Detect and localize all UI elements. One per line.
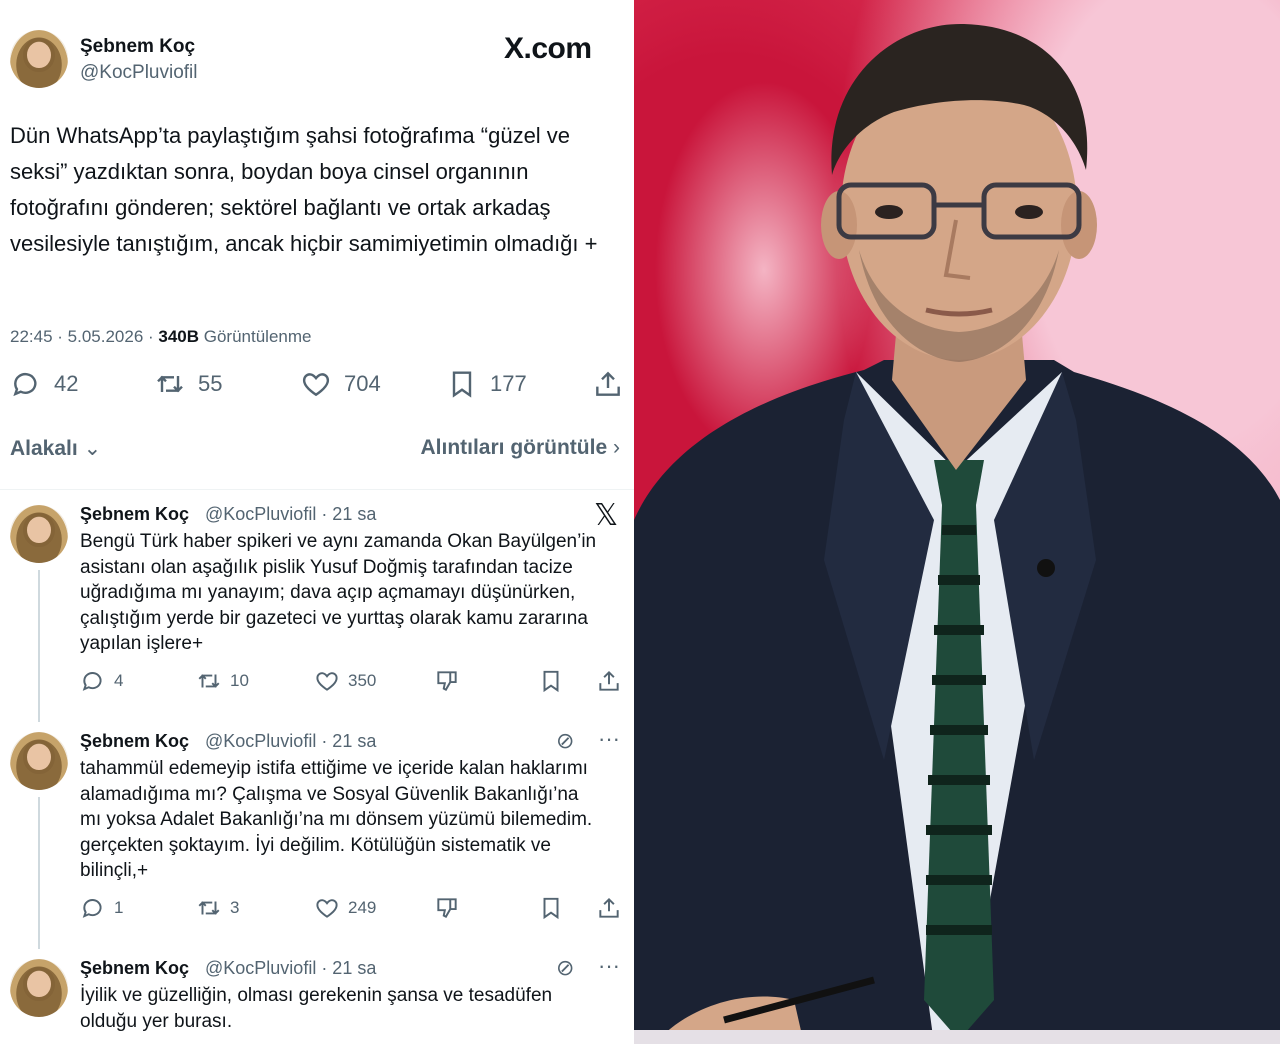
related-dropdown[interactable]: Alakalı ⌄	[10, 436, 101, 461]
lapel-mic	[1037, 559, 1055, 577]
share-icon	[596, 371, 620, 396]
thread-line	[38, 570, 40, 722]
share-button[interactable]	[596, 668, 622, 694]
repost-button[interactable]: 10	[196, 668, 249, 694]
reply-author-meta: @KocPluviofil · 21 sa	[205, 958, 377, 978]
bookmark-button[interactable]	[538, 668, 564, 694]
tweet-text: Dün WhatsApp’ta paylaştığım şahsi fotoğr…	[10, 123, 598, 256]
reply-text: Bengü Türk haber spikeri ve aynı zamanda…	[80, 531, 597, 654]
reply-actions: 4 10 350	[80, 668, 625, 698]
reply-button[interactable]: 42	[10, 368, 78, 400]
bookmark-icon	[543, 670, 559, 693]
right-eye	[1015, 205, 1043, 219]
tweet-actions: 42 55 704 177	[10, 368, 624, 412]
chevron-right-icon: ›	[613, 436, 620, 459]
like-button[interactable]: 249	[314, 895, 376, 921]
reply-avatar[interactable]	[10, 732, 68, 790]
tweet-timestamp[interactable]: 22:45 · 5.05.2026 ·	[10, 327, 158, 346]
dislike-icon	[437, 671, 457, 691]
reply-avatar[interactable]	[10, 505, 68, 563]
like-count: 350	[348, 671, 377, 690]
view-quotes-link[interactable]: Alıntıları görüntüle ›	[420, 436, 620, 460]
chevron-down-icon: ⌄	[83, 437, 102, 460]
tie-knot	[934, 460, 984, 505]
bookmark-button[interactable]: 177	[446, 368, 527, 400]
reply-count: 1	[114, 898, 124, 917]
reply-icon	[13, 372, 37, 397]
related-label: Alakalı	[10, 437, 78, 460]
bookmark-icon	[452, 371, 472, 398]
grok-icon[interactable]: ⊘	[556, 955, 574, 981]
heart-icon	[316, 899, 338, 918]
repost-icon	[157, 375, 183, 393]
share-icon	[599, 670, 619, 691]
reply-avatar[interactable]	[10, 959, 68, 1017]
bookmark-count: 177	[490, 371, 527, 396]
desk	[634, 1030, 1280, 1044]
repost-button[interactable]: 55	[154, 368, 222, 400]
heart-icon	[302, 373, 330, 397]
left-eye	[875, 205, 903, 219]
reply-count: 4	[114, 671, 124, 690]
share-button[interactable]	[592, 368, 624, 400]
repost-button[interactable]: 3	[196, 895, 239, 921]
views-count: 340B	[158, 327, 200, 346]
bookmark-icon	[543, 897, 559, 920]
heart-icon	[316, 672, 338, 691]
tweet-screenshot-panel: Şebnem Koç @KocPluviofil X.com Dün Whats…	[0, 0, 634, 1044]
like-button[interactable]: 704	[300, 368, 381, 400]
views-label: Görüntülenme	[199, 327, 312, 346]
reply-text: İyilik ve güzelliğin, olması gerekenin ş…	[80, 985, 553, 1032]
news-anchor-photo	[634, 0, 1280, 1044]
repost-count: 55	[198, 371, 223, 396]
more-icon[interactable]: ···	[598, 953, 620, 979]
reply-author-name[interactable]: Şebnem Koç	[80, 731, 189, 752]
bookmark-button[interactable]	[538, 895, 564, 921]
author-name[interactable]: Şebnem Koç	[80, 36, 195, 58]
x-logo-small: 𝕏	[594, 499, 618, 532]
reply-count: 42	[54, 371, 79, 396]
reply-button[interactable]: 4	[80, 668, 123, 694]
reply-author-name[interactable]: Şebnem Koç	[80, 958, 189, 979]
reply-icon	[82, 899, 102, 918]
like-button[interactable]: 350	[314, 668, 376, 694]
reply-button[interactable]: 1	[80, 895, 123, 921]
dislike-button[interactable]	[434, 668, 460, 694]
author-avatar[interactable]	[10, 30, 68, 88]
like-count: 249	[348, 898, 377, 917]
repost-icon	[198, 901, 220, 915]
reply-author-meta: @KocPluviofil · 21 sa	[205, 731, 377, 751]
thread-line	[38, 797, 40, 949]
dislike-icon	[437, 898, 457, 918]
reply-text: tahammül edemeyip istifa ettiğime ve içe…	[80, 758, 593, 881]
repost-count: 10	[230, 671, 249, 690]
x-logo: X.com	[504, 32, 592, 65]
divider	[0, 489, 634, 490]
repost-icon	[198, 674, 220, 688]
share-icon	[599, 897, 619, 918]
tweet-meta: 22:45 · 5.05.2026 · 340B Görüntülenme	[10, 327, 311, 347]
view-quotes-label: Alıntıları görüntüle	[420, 436, 608, 459]
reply-author-meta: @KocPluviofil · 21 sa	[205, 504, 377, 524]
grok-icon[interactable]: ⊘	[556, 728, 574, 754]
share-button[interactable]	[596, 895, 622, 921]
reply-icon	[82, 672, 102, 691]
repost-count: 3	[230, 898, 240, 917]
reply-actions: 1 3 249	[80, 895, 625, 925]
reply-author-name[interactable]: Şebnem Koç	[80, 504, 189, 525]
author-handle[interactable]: @KocPluviofil	[80, 62, 198, 84]
more-icon[interactable]: ···	[598, 726, 620, 752]
like-count: 704	[344, 371, 381, 396]
presenter-illustration	[634, 23, 1280, 1044]
dislike-button[interactable]	[434, 895, 460, 921]
